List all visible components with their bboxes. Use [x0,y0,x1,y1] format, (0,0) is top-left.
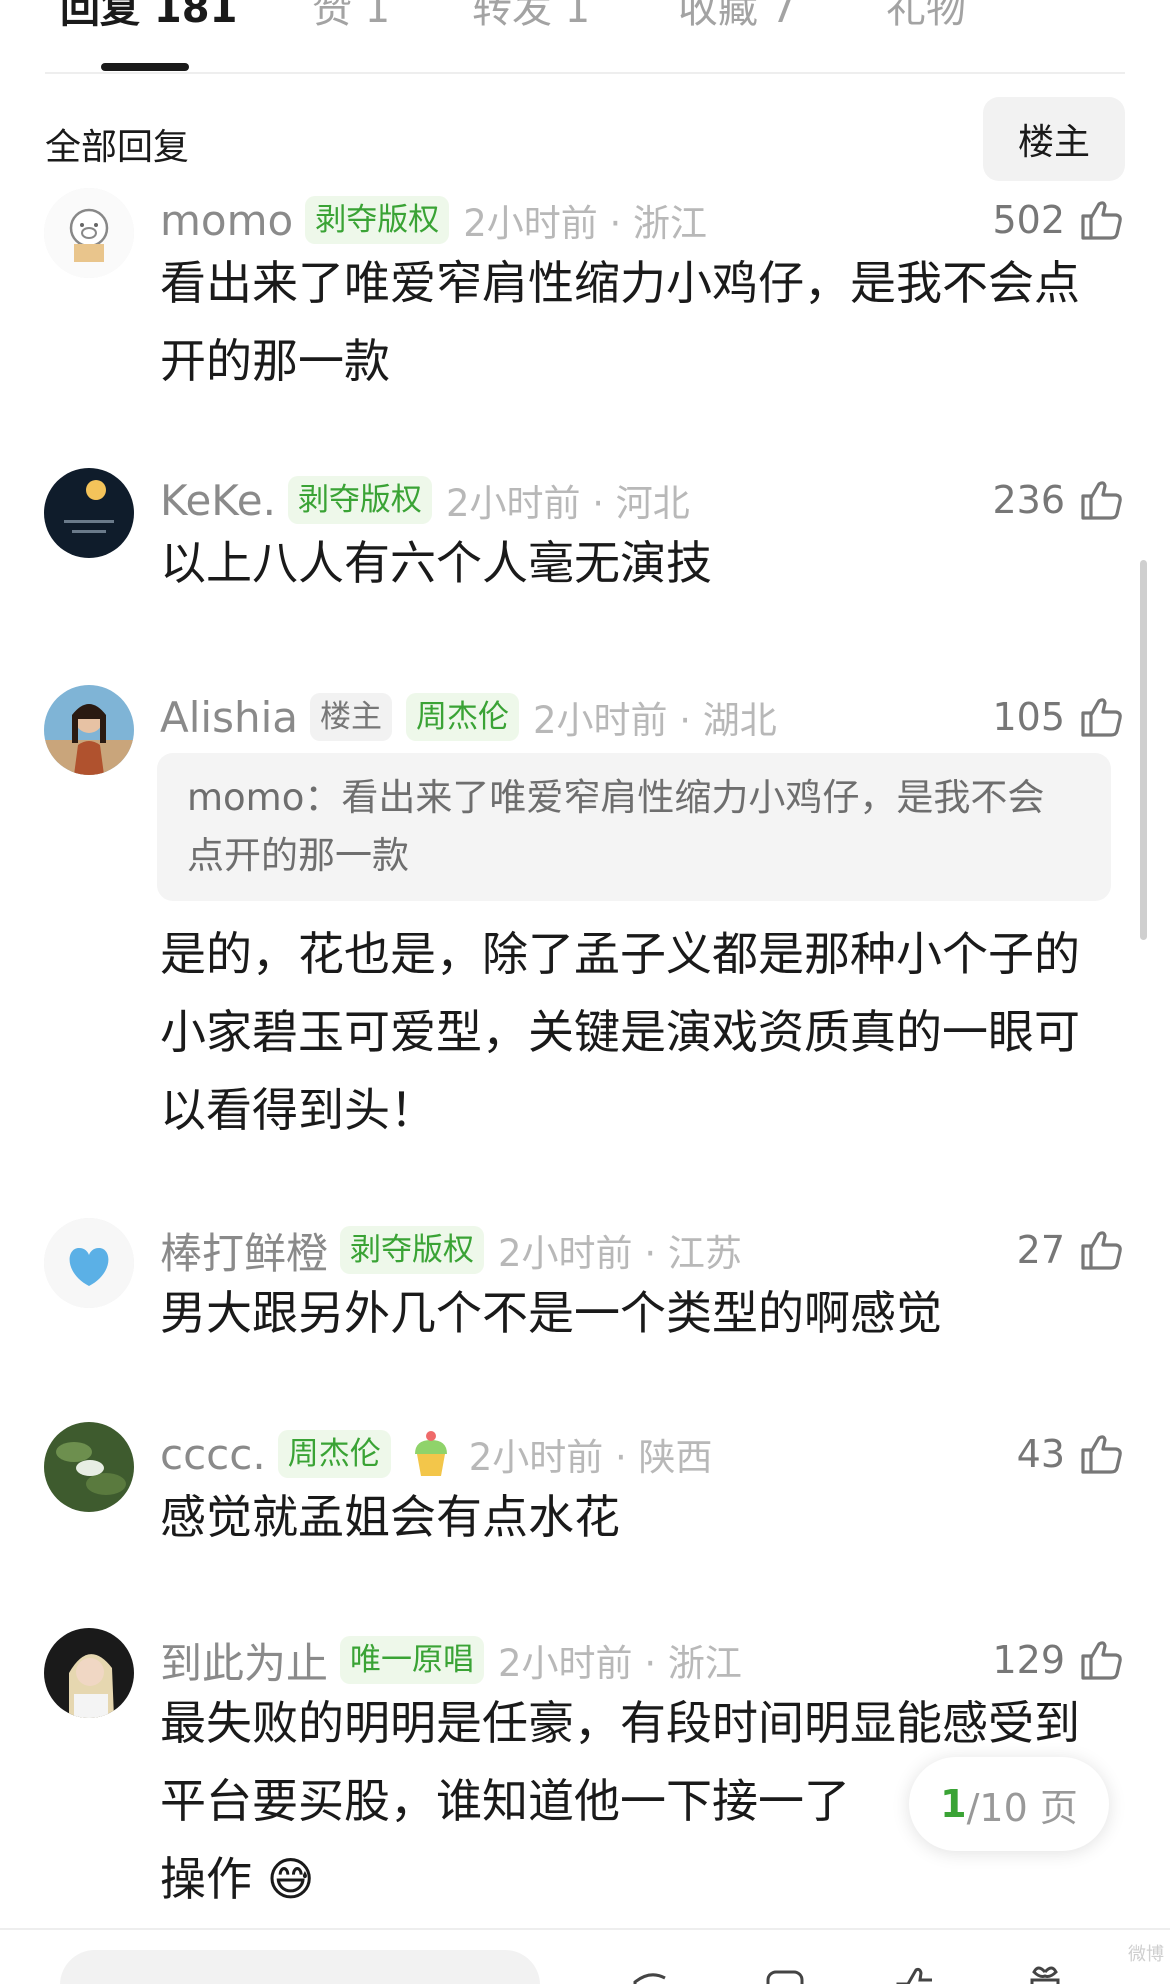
cupcake-icon [414,1431,447,1476]
tab-favorites[interactable]: 收藏 7 [678,0,796,34]
like-count: 236 [992,478,1065,522]
username[interactable]: KeKe. [160,476,276,525]
username[interactable]: cccc. [160,1430,266,1479]
avatar[interactable] [44,468,134,558]
total-pages: /10 页 [966,1785,1078,1830]
comment-meta: KeKe. 剥夺版权 2小时前 · 河北 [160,472,690,528]
share-icon[interactable] [625,1960,675,1984]
comment-meta: 到此为止 唯一原唱 2小时前 · 浙江 [160,1632,742,1688]
quoted-reply[interactable]: momo：看出来了唯爱窄肩性缩力小鸡仔，是我不会点开的那一款 [157,753,1111,901]
gift-icon[interactable] [1020,1960,1070,1984]
comment-meta: Alishia 楼主 周杰伦 2小时前 · 湖北 [160,689,777,745]
op-only-button[interactable]: 楼主 [983,97,1125,181]
tab-gifts[interactable]: 礼物 [886,0,966,34]
watermark: 微博 [1128,1944,1164,1965]
comment-icon[interactable] [760,1960,810,1984]
page-indicator[interactable]: 1 /10 页 [909,1757,1109,1851]
tab-bar: 回复 181 赞 1 转发 1 收藏 7 礼物 [0,0,1170,74]
fan-badge: 周杰伦 [405,693,519,741]
avatar[interactable] [44,1422,134,1512]
like-button[interactable]: 43 [1017,1426,1125,1482]
tab-replies[interactable]: 回复 181 [60,0,237,34]
fan-badge: 剥夺版权 [340,1226,485,1274]
like-button[interactable]: 129 [992,1632,1125,1688]
like-button[interactable]: 27 [1017,1222,1125,1278]
time-location: 2小时前 · 江苏 [498,1232,742,1275]
thumbs-up-icon [1081,698,1122,737]
reply-input[interactable] [60,1950,540,1984]
username[interactable]: 棒打鲜橙 [160,1220,328,1281]
comment-text-end: 操作 [160,1852,252,1906]
like-button[interactable]: 105 [992,689,1125,745]
thumbs-up-icon [1081,1435,1122,1474]
all-replies-label: 全部回复 [45,127,190,168]
comment-text: 感觉就孟姐会有点水花 [160,1490,620,1544]
thumbs-up-icon [1081,1231,1122,1270]
like-count: 43 [1016,1432,1065,1476]
time-location: 2小时前 · 河北 [445,482,690,525]
thumbs-up-icon [1081,201,1122,240]
thumbs-up-icon [1081,1641,1122,1680]
like-button[interactable]: 502 [992,192,1125,248]
fan-badge: 剥夺版权 [287,476,432,524]
comment-meta: cccc. 周杰伦 2小时前 · 陕西 [160,1426,713,1482]
fan-badge: 周杰伦 [277,1430,391,1478]
fan-badge: 唯一原唱 [340,1636,485,1684]
comment-meta: 棒打鲜橙 剥夺版权 2小时前 · 江苏 [160,1222,742,1278]
username[interactable]: 到此为止 [160,1630,328,1691]
like-count: 502 [992,198,1065,242]
avatar[interactable] [44,685,134,775]
active-tab-indicator [101,63,189,71]
time-location: 2小时前 · 浙江 [463,202,708,245]
comment-text: 男大跟另外几个不是一个类型的啊感觉 [160,1286,942,1340]
like-count: 105 [992,695,1065,739]
time-location: 2小时前 · 浙江 [498,1642,742,1685]
avatar[interactable] [44,1628,134,1718]
avatar[interactable] [44,188,134,278]
thumbs-up-icon [1081,481,1122,520]
avatar[interactable] [44,1218,134,1308]
current-page: 1 [940,1782,967,1826]
like-count: 27 [1016,1228,1065,1272]
comment-text: 以上八人有六个人毫无演技 [160,536,712,590]
time-location: 2小时前 · 陕西 [468,1436,713,1479]
username[interactable]: Alishia [160,693,298,742]
time-location: 2小时前 · 湖北 [532,699,777,742]
fan-badge: 剥夺版权 [305,196,450,244]
tab-reposts[interactable]: 转发 1 [472,0,590,34]
like-count: 129 [992,1638,1065,1682]
comment-text: 看出来了唯爱窄肩性缩力小鸡仔，是我不会点开的那一款 [160,256,1080,388]
sweat-smile-emoji: 😅 [266,1852,315,1906]
like-button[interactable]: 236 [992,472,1125,528]
username[interactable]: momo [160,196,293,245]
tab-likes[interactable]: 赞 1 [312,0,390,34]
scrollbar[interactable] [1140,560,1147,940]
comment-text: 是的，花也是，除了孟子义都是那种小个子的小家碧玉可爱型，关键是演戏资质真的一眼可… [160,927,1080,1137]
divider [0,1928,1170,1930]
comment-meta: momo 剥夺版权 2小时前 · 浙江 [160,192,707,248]
op-badge: 楼主 [309,693,392,741]
like-icon[interactable] [890,1960,940,1984]
divider [45,72,1125,74]
